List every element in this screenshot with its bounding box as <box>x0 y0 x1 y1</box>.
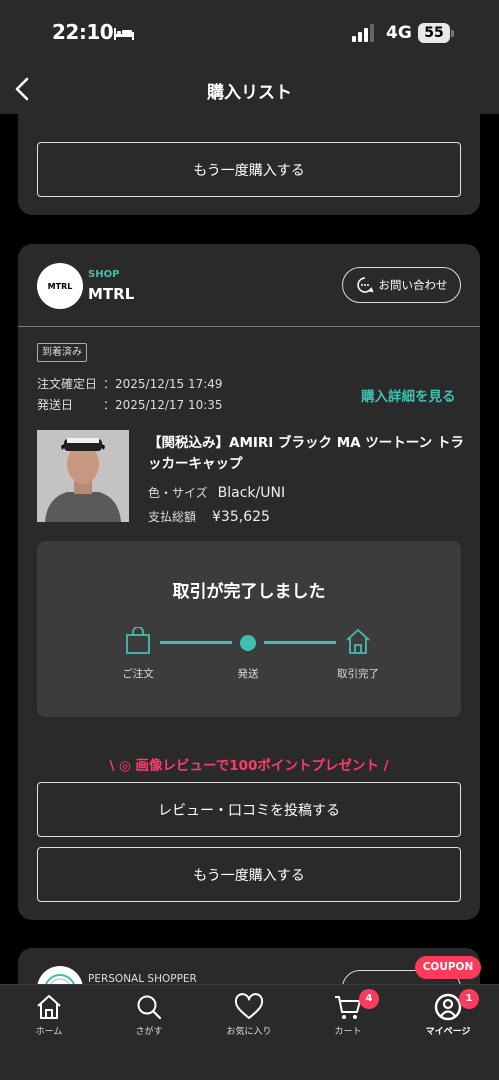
status-badge: 到着済み <box>37 343 87 362</box>
shopper-tag: PERSONAL SHOPPER <box>88 973 197 984</box>
coupon-badge[interactable]: COUPON <box>415 956 481 979</box>
step-label-complete: 取引完了 <box>337 668 379 680</box>
price-label: 支払総額 <box>148 510 197 524</box>
step-label-shipped: 発送 <box>237 668 259 680</box>
battery-icon: 55 <box>418 23 454 43</box>
shop-logo[interactable]: MTRL <box>37 263 83 309</box>
spec-value: Black/UNI <box>217 485 286 501</box>
order-card-previous: もう一度購入する <box>18 114 480 215</box>
order-detail-link[interactable]: 購入詳細を見る <box>361 385 456 405</box>
order-card: MTRL SHOP MTRL お問い合わせ 到着済み 注文確定日 ：2025/12… <box>18 244 480 920</box>
progress-title: 取引が完了しました <box>172 582 326 602</box>
tab-home[interactable]: ホーム <box>14 993 84 1037</box>
tab-search[interactable]: さがす <box>114 993 184 1037</box>
sleep-focus-icon <box>114 28 134 40</box>
signal-icon <box>352 24 374 42</box>
home-icon <box>37 995 61 1019</box>
tab-cart[interactable]: カート 4 <box>313 989 383 1037</box>
chat-icon <box>356 277 373 293</box>
tab-label: マイページ <box>425 1027 471 1037</box>
tab-bar: ホーム さがす お気に入り カート 4 マイページ 1 <box>0 984 499 1080</box>
tab-favorites[interactable]: お気に入り <box>214 993 284 1037</box>
mypage-notification-badge: 1 <box>459 989 479 1009</box>
step-label-ordered: ご注文 <box>122 668 154 680</box>
battery-level: 55 <box>424 25 444 41</box>
tab-label: さがす <box>135 1027 163 1037</box>
progress-line-2 <box>264 641 336 644</box>
shop-name[interactable]: MTRL <box>88 285 134 303</box>
shop-tag: SHOP <box>88 269 120 280</box>
divider <box>18 326 480 327</box>
progress-dot-icon <box>240 635 256 651</box>
purchase-list[interactable]: もう一度購入する MTRL SHOP MTRL お問い合わせ 到着済み 注文確定… <box>0 114 499 984</box>
shipped-row: 発送日 ：2025/12/17 10:35 <box>37 396 223 413</box>
heart-icon <box>234 993 264 1019</box>
order-confirmed-row: 注文確定日 ：2025/12/15 17:49 <box>37 375 223 392</box>
price-value: ¥35,625 <box>212 509 270 525</box>
post-review-button[interactable]: レビュー・口コミを投稿する <box>37 782 461 837</box>
price-row: 支払総額 ¥35,625 <box>148 508 270 525</box>
tab-label: ホーム <box>35 1027 63 1037</box>
page-title: 購入リスト <box>207 83 292 103</box>
product-photo <box>37 430 129 522</box>
product-title[interactable]: 【関税込み】AMIRI ブラック MA ツートーン トラッカーキャップ <box>148 433 464 475</box>
progress-panel: 取引が完了しました ご注文 発送 取引完了 <box>37 541 461 717</box>
product-spec-row: 色・サイズ Black/UNI <box>148 484 285 501</box>
review-promo: \ ◎ 画像レビューで100ポイントプレゼント / <box>109 758 389 774</box>
shopper-avatar[interactable] <box>37 966 83 984</box>
order-confirmed-label: 注文確定日 <box>37 377 98 391</box>
contact-label: お問い合わせ <box>378 278 448 292</box>
shipped-label: 発送日 <box>37 398 74 412</box>
status-bar: 22:10 4G 55 <box>0 0 499 64</box>
shipped-value: ：2025/12/17 10:35 <box>103 398 223 412</box>
order-card-next: PERSONAL SHOPPER <box>18 948 480 984</box>
shopping-bag-icon <box>126 627 150 654</box>
product-image[interactable] <box>37 430 129 522</box>
spec-label: 色・サイズ <box>148 486 208 500</box>
tab-mypage[interactable]: マイページ 1 <box>413 989 483 1037</box>
network-label: 4G <box>386 23 412 43</box>
order-confirmed-value: ：2025/12/15 17:49 <box>103 377 223 391</box>
tab-label: お気に入り <box>226 1027 272 1037</box>
status-time: 22:10 <box>52 20 114 44</box>
progress-line-1 <box>160 641 232 644</box>
nav-bar: 購入リスト <box>0 64 499 114</box>
buy-again-button[interactable]: もう一度購入する <box>37 142 461 197</box>
contact-button[interactable]: お問い合わせ <box>342 267 461 303</box>
buy-again-button[interactable]: もう一度購入する <box>37 847 461 902</box>
tab-label: カート <box>334 1027 362 1037</box>
home-complete-icon <box>346 629 370 654</box>
search-icon <box>137 995 162 1020</box>
cart-count-badge: 4 <box>359 989 379 1009</box>
